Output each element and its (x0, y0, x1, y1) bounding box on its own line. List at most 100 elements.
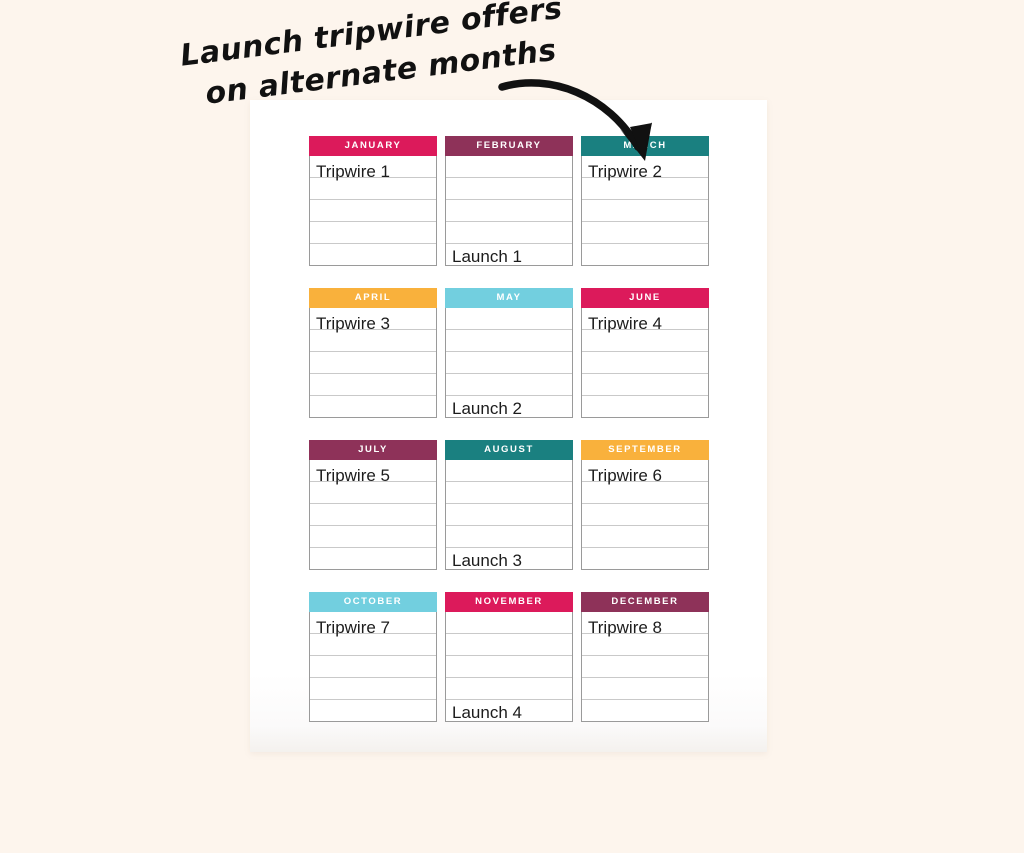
month-row[interactable] (446, 308, 572, 330)
month-header-march: MARCH (581, 136, 709, 156)
month-row[interactable] (446, 156, 572, 178)
month-row[interactable] (310, 634, 436, 656)
month-row[interactable] (582, 200, 708, 222)
month-row[interactable]: Tripwire 5 (310, 460, 436, 485)
month-row[interactable]: Tripwire 4 (582, 308, 708, 333)
month-row[interactable] (582, 548, 708, 569)
month-row[interactable]: Launch 1 (446, 244, 572, 266)
row-entry-text: Launch 1 (452, 247, 522, 266)
month-row[interactable] (310, 374, 436, 396)
month-row[interactable]: Launch 4 (446, 700, 572, 722)
month-rows: Tripwire 3 (309, 308, 437, 418)
month-row[interactable] (310, 526, 436, 548)
month-row[interactable] (446, 200, 572, 222)
month-row[interactable] (582, 222, 708, 244)
month-header-january: JANUARY (309, 136, 437, 156)
annotation-line-1: Launch tripwire offers (178, 0, 565, 74)
month-block-may[interactable]: MAY Launch 2 (445, 288, 573, 418)
month-block-june[interactable]: JUNE Tripwire 4 (581, 288, 709, 418)
month-row[interactable] (446, 330, 572, 352)
month-row[interactable] (446, 678, 572, 700)
month-header-september: SEPTEMBER (581, 440, 709, 460)
month-block-april[interactable]: APRIL Tripwire 3 (309, 288, 437, 418)
month-rows: Tripwire 4 (581, 308, 709, 418)
month-row[interactable] (582, 330, 708, 352)
month-header-february: FEBRUARY (445, 136, 573, 156)
month-row[interactable] (310, 178, 436, 200)
month-row[interactable]: Launch 3 (446, 548, 572, 570)
month-row[interactable] (582, 700, 708, 721)
row-entry-text: Launch 2 (452, 399, 522, 418)
month-header-november: NOVEMBER (445, 592, 573, 612)
month-row[interactable]: Tripwire 8 (582, 612, 708, 637)
month-rows: Launch 3 (445, 460, 573, 570)
month-block-november[interactable]: NOVEMBER Launch 4 (445, 592, 573, 722)
month-rows: Launch 4 (445, 612, 573, 722)
month-row[interactable] (310, 222, 436, 244)
month-row[interactable] (582, 178, 708, 200)
month-header-may: MAY (445, 288, 573, 308)
month-row[interactable] (582, 244, 708, 265)
month-row[interactable] (582, 374, 708, 396)
month-block-july[interactable]: JULY Tripwire 5 (309, 440, 437, 570)
month-block-january[interactable]: JANUARY Tripwire 1 (309, 136, 437, 266)
month-rows: Tripwire 1 (309, 156, 437, 266)
month-header-june: JUNE (581, 288, 709, 308)
month-row[interactable] (582, 352, 708, 374)
month-rows: Tripwire 7 (309, 612, 437, 722)
month-row[interactable]: Tripwire 6 (582, 460, 708, 485)
month-row[interactable] (446, 222, 572, 244)
month-row[interactable] (446, 374, 572, 396)
month-row[interactable] (310, 504, 436, 526)
year-calendar-grid: JANUARY Tripwire 1 FEBRUARY Launch 1 MARCH Tr… (309, 136, 709, 722)
month-row[interactable]: Launch 2 (446, 396, 572, 418)
row-entry-text: Launch 4 (452, 703, 522, 722)
month-header-august: AUGUST (445, 440, 573, 460)
month-row[interactable] (446, 634, 572, 656)
month-row[interactable] (310, 200, 436, 222)
month-row[interactable]: Tripwire 2 (582, 156, 708, 181)
month-row[interactable] (310, 678, 436, 700)
month-row[interactable] (446, 352, 572, 374)
month-rows: Launch 2 (445, 308, 573, 418)
month-row[interactable] (446, 656, 572, 678)
month-row[interactable] (582, 504, 708, 526)
month-row[interactable] (310, 700, 436, 721)
month-rows: Launch 1 (445, 156, 573, 266)
month-row[interactable] (446, 526, 572, 548)
month-row[interactable] (446, 178, 572, 200)
month-header-december: DECEMBER (581, 592, 709, 612)
month-row[interactable] (582, 482, 708, 504)
month-row[interactable] (446, 482, 572, 504)
month-row[interactable] (310, 244, 436, 265)
month-row[interactable]: Tripwire 1 (310, 156, 436, 181)
month-row[interactable] (582, 678, 708, 700)
month-row[interactable] (310, 396, 436, 417)
month-block-august[interactable]: AUGUST Launch 3 (445, 440, 573, 570)
month-block-october[interactable]: OCTOBER Tripwire 7 (309, 592, 437, 722)
month-row[interactable] (582, 526, 708, 548)
month-block-december[interactable]: DECEMBER Tripwire 8 (581, 592, 709, 722)
month-row[interactable] (310, 548, 436, 569)
month-header-july: JULY (309, 440, 437, 460)
month-block-september[interactable]: SEPTEMBER Tripwire 6 (581, 440, 709, 570)
month-row[interactable] (582, 396, 708, 417)
month-header-october: OCTOBER (309, 592, 437, 612)
month-row[interactable] (446, 460, 572, 482)
month-row[interactable] (582, 656, 708, 678)
month-row[interactable] (310, 352, 436, 374)
month-row[interactable] (310, 330, 436, 352)
month-header-april: APRIL (309, 288, 437, 308)
row-entry-text: Launch 3 (452, 551, 522, 570)
month-row[interactable] (446, 612, 572, 634)
month-block-march[interactable]: MARCH Tripwire 2 (581, 136, 709, 266)
month-rows: Tripwire 5 (309, 460, 437, 570)
month-row[interactable] (310, 482, 436, 504)
month-row[interactable]: Tripwire 3 (310, 308, 436, 333)
month-row[interactable] (310, 656, 436, 678)
month-block-february[interactable]: FEBRUARY Launch 1 (445, 136, 573, 266)
month-row[interactable] (582, 634, 708, 656)
month-rows: Tripwire 2 (581, 156, 709, 266)
month-row[interactable]: Tripwire 7 (310, 612, 436, 637)
month-row[interactable] (446, 504, 572, 526)
